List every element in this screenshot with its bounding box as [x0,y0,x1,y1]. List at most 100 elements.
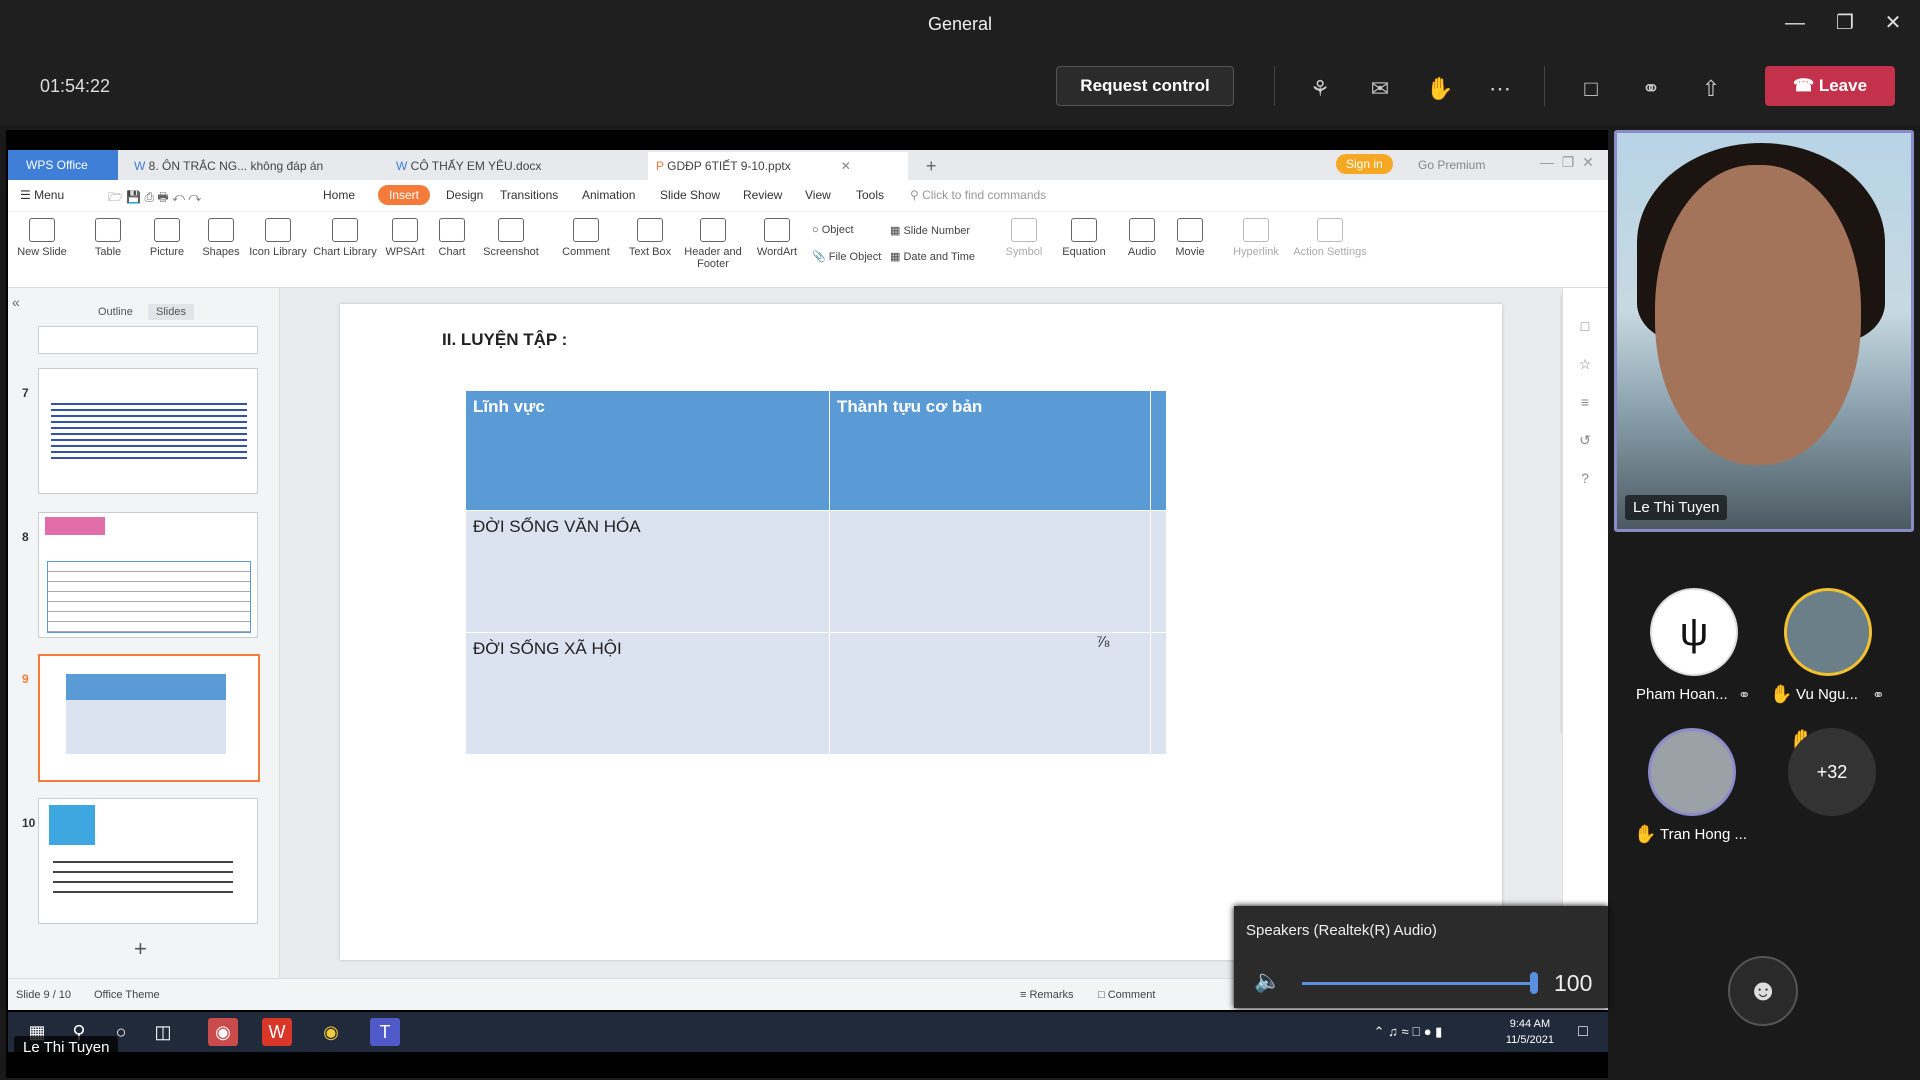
go-premium-link[interactable]: Go Premium [1418,158,1485,172]
tab-co-thay-em-yeu[interactable]: W CÔ THẤY EM YÊU.docx [388,152,628,180]
collapse-panel-icon[interactable]: « [12,294,20,310]
wordart-button[interactable]: WordArt [752,218,802,258]
restore-icon[interactable]: ❐ [1830,10,1860,36]
leave-button[interactable]: ☎ Leave [1765,66,1895,106]
audio-button[interactable]: Audio [1122,218,1162,258]
slide-title[interactable]: II. LUYỆN TẬP : [442,330,567,350]
tab-home[interactable]: Home [323,188,355,202]
tab-slide-show[interactable]: Slide Show [660,188,720,202]
text-box-button[interactable]: Text Box [622,218,678,258]
notifications-icon[interactable]: □ [1568,1018,1598,1046]
history-icon[interactable]: ↺ [1575,432,1595,450]
table-cell[interactable]: ĐỜI SỐNG XÃ HỘI [465,632,830,755]
table-cell[interactable] [829,510,1151,633]
mic-off-icon[interactable]: ⚭ [1634,72,1668,106]
table-cell[interactable]: ĐỜI SỐNG VĂN HÓA [465,510,830,633]
new-tab-icon[interactable]: + [918,152,948,180]
tab-animation[interactable]: Animation [582,188,635,202]
sign-in-button[interactable]: Sign in [1336,154,1393,174]
comments-icon[interactable]: □ [1575,318,1595,336]
add-slide-button[interactable]: + [134,936,147,962]
theme-name: Office Theme [94,989,160,1001]
volume-slider-thumb[interactable] [1530,972,1538,994]
object-button[interactable]: ○ Object [812,224,854,236]
speaker-icon[interactable]: 🔈 [1254,968,1281,994]
request-control-button[interactable]: Request control [1056,66,1234,106]
tab-tools[interactable]: Tools [856,188,884,202]
slides-tab[interactable]: Slides [148,304,194,320]
table-header-cell[interactable]: Thành tựu cơ bản [829,390,1151,511]
status-comment-button[interactable]: □ Comment [1098,989,1155,1001]
slide-thumbnail-9[interactable] [38,654,260,782]
table-header-cell[interactable] [1150,390,1167,511]
close-tab-icon[interactable]: ✕ [841,159,851,173]
date-time-button[interactable]: ▦ Date and Time [890,250,975,263]
hyperlink-button[interactable]: Hyperlink [1230,218,1282,258]
avatar[interactable] [1648,728,1736,816]
reactions-icon[interactable]: ✋ [1423,72,1457,106]
new-slide-button[interactable]: New Slide [16,218,68,258]
tab-review[interactable]: Review [743,188,782,202]
picture-button[interactable]: Picture [142,218,192,258]
remarks-button[interactable]: ≡ Remarks [1020,989,1074,1001]
command-search[interactable]: ⚲ Click to find commands [910,188,1046,202]
menu-button[interactable]: ☰ Menu [20,188,64,202]
self-avatar[interactable]: ☻ [1728,956,1798,1026]
pin-icon[interactable]: ☆ [1575,356,1595,374]
settings-sliders-icon[interactable]: ≡ [1575,394,1595,412]
camera-off-icon[interactable]: □ [1574,72,1608,106]
icon-library-button[interactable]: Icon Library [248,218,308,258]
slide-thumbnail-10[interactable] [38,798,258,924]
tab-gddp-pptx[interactable]: P GDĐP 6TIẾT 9-10.pptx ✕ [648,152,908,180]
chrome-app-icon[interactable]: ◉ [316,1018,346,1046]
equation-button[interactable]: Equation [1056,218,1112,258]
help-icon[interactable]: ? [1575,470,1595,488]
zalo-app-icon[interactable]: ◉ [208,1018,238,1046]
shapes-button[interactable]: Shapes [196,218,246,258]
tab-design[interactable]: Design [446,188,483,202]
close-icon[interactable]: ✕ [1878,10,1908,36]
slide-thumbnail-8[interactable] [38,512,258,638]
screenshot-button[interactable]: Screenshot [478,218,544,258]
chart-button[interactable]: Chart [432,218,472,258]
slide-thumbnail-7[interactable] [38,368,258,494]
task-view-icon[interactable]: ◫ [148,1018,178,1046]
slide-table[interactable]: Lĩnh vực Thành tựu cơ bản ĐỜI SỐNG VĂN H… [465,390,1167,755]
wpsart-button[interactable]: WPSArt [384,218,426,258]
file-object-button[interactable]: 📎 File Object [812,250,881,263]
tab-on-trac-nghiem[interactable]: W 8. ÔN TRẮC NG... không đáp án [126,152,366,180]
wps-window-controls[interactable]: — ❐ ✕ [1540,154,1594,171]
teams-app-icon[interactable]: T [370,1018,400,1046]
slide-number-button[interactable]: ▦ Slide Number [890,224,970,237]
outline-tab[interactable]: Outline [98,306,133,318]
tab-insert[interactable]: Insert [378,185,431,205]
tab-wps-office[interactable]: WPS Office [8,150,118,180]
avatar[interactable] [1784,588,1872,676]
system-tray-icons[interactable]: ⌃ ♫ ≈ ⎕ ● ▮ [1338,1018,1478,1046]
taskbar-clock[interactable]: 9:44 AM 11/5/2021 [1506,1016,1554,1048]
wps-app-icon[interactable]: W [262,1018,292,1046]
table-header-cell[interactable]: Lĩnh vực [465,390,830,511]
chat-icon[interactable]: ✉ [1363,72,1397,106]
avatar[interactable]: ψ [1650,588,1738,676]
volume-slider[interactable] [1302,982,1538,985]
slide-thumbnail-6[interactable] [38,326,258,354]
more-options-icon[interactable]: ⋯ [1483,72,1517,106]
quick-access-icons[interactable]: 🗁 💾 ⎙ 🖶 ↶ ↷ [108,188,201,209]
action-settings-button[interactable]: Action Settings [1292,218,1368,258]
comment-button[interactable]: Comment [558,218,614,258]
share-icon[interactable]: ⇧ [1694,72,1728,106]
people-icon[interactable]: ⚘ [1303,72,1337,106]
more-participants-button[interactable]: +32 [1788,728,1876,816]
table-button[interactable]: Table [86,218,130,258]
symbol-button[interactable]: Symbol [1002,218,1046,258]
minimize-icon[interactable]: — [1780,10,1810,36]
header-footer-button[interactable]: Header and Footer [682,218,744,270]
chart-library-button[interactable]: Chart Library [312,218,378,258]
tab-view[interactable]: View [805,188,831,202]
movie-button[interactable]: Movie [1168,218,1212,258]
main-participant-video[interactable]: Le Thi Tuyen [1614,130,1914,532]
table-cell[interactable] [1150,632,1167,755]
tab-transitions[interactable]: Transitions [500,188,558,202]
table-cell[interactable] [1150,510,1167,633]
